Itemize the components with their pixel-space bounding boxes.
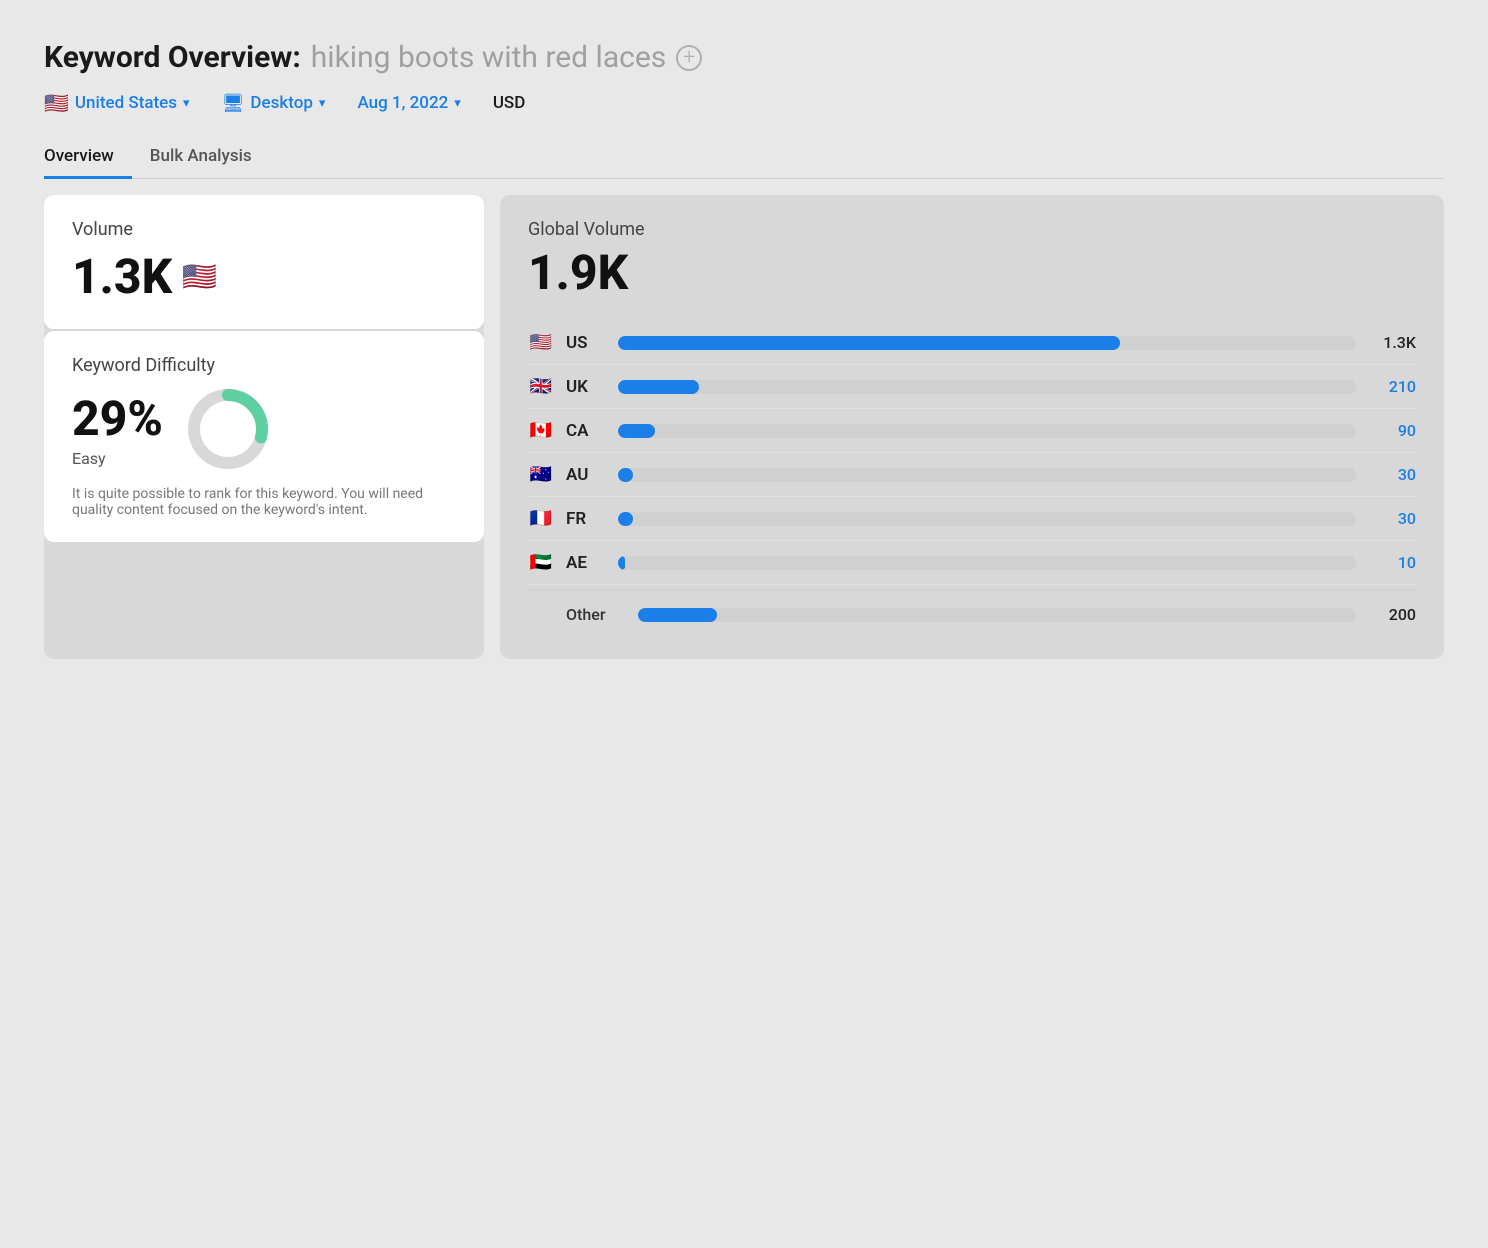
country-flag: 🇺🇸 xyxy=(44,91,69,115)
page-container: Keyword Overview: hiking boots with red … xyxy=(20,20,1468,679)
code-other: Other xyxy=(566,605,626,624)
page-header: Keyword Overview: hiking boots with red … xyxy=(44,40,1444,75)
kd-row: 29% Easy xyxy=(72,384,456,474)
country-row-ae: 🇦🇪 AE 10 xyxy=(528,541,1416,585)
kd-donut-chart xyxy=(183,384,273,474)
bar-fill-other xyxy=(638,608,717,622)
country-row-au: 🇦🇺 AU 30 xyxy=(528,453,1416,497)
code-ae: AE xyxy=(566,553,606,573)
bar-ca xyxy=(618,424,1356,438)
count-other: 200 xyxy=(1368,605,1416,624)
flag-ae: 🇦🇪 xyxy=(528,552,554,573)
flag-uk: 🇬🇧 xyxy=(528,376,554,397)
kd-left: 29% Easy xyxy=(72,390,163,468)
volume-value: 1.3K 🇺🇸 xyxy=(72,248,456,305)
bar-fill-us xyxy=(618,336,1120,350)
monitor-icon: 🖥 xyxy=(222,93,245,114)
kd-description: It is quite possible to rank for this ke… xyxy=(72,486,456,518)
device-selector[interactable]: 🖥 Desktop ▾ xyxy=(222,93,326,114)
count-au: 30 xyxy=(1368,465,1416,484)
device-chevron-icon: ▾ xyxy=(319,96,326,111)
tab-bulk-analysis[interactable]: Bulk Analysis xyxy=(150,136,270,179)
bar-ae xyxy=(618,556,1356,570)
bar-au xyxy=(618,468,1356,482)
country-row-us: 🇺🇸 US 1.3K xyxy=(528,321,1416,365)
bar-us xyxy=(618,336,1356,350)
bar-fill-fr xyxy=(618,512,633,526)
flag-au: 🇦🇺 xyxy=(528,464,554,485)
toolbar: 🇺🇸 United States ▾ 🖥 Desktop ▾ Aug 1, 20… xyxy=(44,91,1444,115)
country-chevron-icon: ▾ xyxy=(183,96,190,111)
currency-label: USD xyxy=(493,93,526,113)
kd-difficulty-label: Easy xyxy=(72,449,163,468)
bar-other xyxy=(638,608,1356,622)
kd-card: Keyword Difficulty 29% Easy xyxy=(44,331,484,542)
left-panel: Volume 1.3K 🇺🇸 Keyword Difficulty 29% Ea… xyxy=(44,195,484,659)
title-prefix: Keyword Overview: xyxy=(44,40,301,75)
country-rows: 🇺🇸 US 1.3K 🇬🇧 UK 210 🇨🇦 xyxy=(528,321,1416,635)
content-area: Volume 1.3K 🇺🇸 Keyword Difficulty 29% Ea… xyxy=(44,195,1444,659)
code-us: US xyxy=(566,333,606,353)
add-keyword-icon[interactable]: + xyxy=(676,45,702,71)
bar-fr xyxy=(618,512,1356,526)
separator xyxy=(528,589,1416,590)
code-uk: UK xyxy=(566,377,606,397)
count-ca: 90 xyxy=(1368,421,1416,440)
flag-ca: 🇨🇦 xyxy=(528,420,554,441)
keyword-text: hiking boots with red laces xyxy=(311,40,666,75)
code-au: AU xyxy=(566,465,606,485)
code-fr: FR xyxy=(566,509,606,529)
country-row-fr: 🇫🇷 FR 30 xyxy=(528,497,1416,541)
date-label: Aug 1, 2022 xyxy=(357,93,448,113)
bar-fill-ca xyxy=(618,424,655,438)
bar-fill-ae xyxy=(618,556,625,570)
flag-us: 🇺🇸 xyxy=(528,332,554,353)
country-row-ca: 🇨🇦 CA 90 xyxy=(528,409,1416,453)
code-ca: CA xyxy=(566,421,606,441)
global-volume-label: Global Volume xyxy=(528,219,1416,240)
count-us: 1.3K xyxy=(1368,333,1416,352)
kd-section: 29% Easy xyxy=(72,384,456,474)
tab-overview[interactable]: Overview xyxy=(44,136,132,179)
global-volume-value: 1.9K xyxy=(528,244,1416,301)
kd-value: 29% xyxy=(72,390,163,447)
count-fr: 30 xyxy=(1368,509,1416,528)
right-panel: Global Volume 1.9K 🇺🇸 US 1.3K 🇬🇧 UK xyxy=(500,195,1444,659)
country-row-uk: 🇬🇧 UK 210 xyxy=(528,365,1416,409)
bar-fill-uk xyxy=(618,380,699,394)
date-selector[interactable]: Aug 1, 2022 ▾ xyxy=(357,93,460,113)
date-chevron-icon: ▾ xyxy=(454,96,461,111)
tabs-bar: Overview Bulk Analysis xyxy=(44,135,1444,179)
bar-uk xyxy=(618,380,1356,394)
count-uk: 210 xyxy=(1368,377,1416,396)
country-label: United States xyxy=(75,93,177,113)
volume-card: Volume 1.3K 🇺🇸 xyxy=(44,195,484,329)
bar-fill-au xyxy=(618,468,633,482)
count-ae: 10 xyxy=(1368,553,1416,572)
device-label: Desktop xyxy=(250,93,312,113)
country-row-other: Other 200 xyxy=(528,594,1416,635)
volume-flag: 🇺🇸 xyxy=(182,260,217,293)
kd-label: Keyword Difficulty xyxy=(72,355,456,376)
flag-fr: 🇫🇷 xyxy=(528,508,554,529)
volume-label: Volume xyxy=(72,219,456,240)
country-selector[interactable]: 🇺🇸 United States ▾ xyxy=(44,91,190,115)
